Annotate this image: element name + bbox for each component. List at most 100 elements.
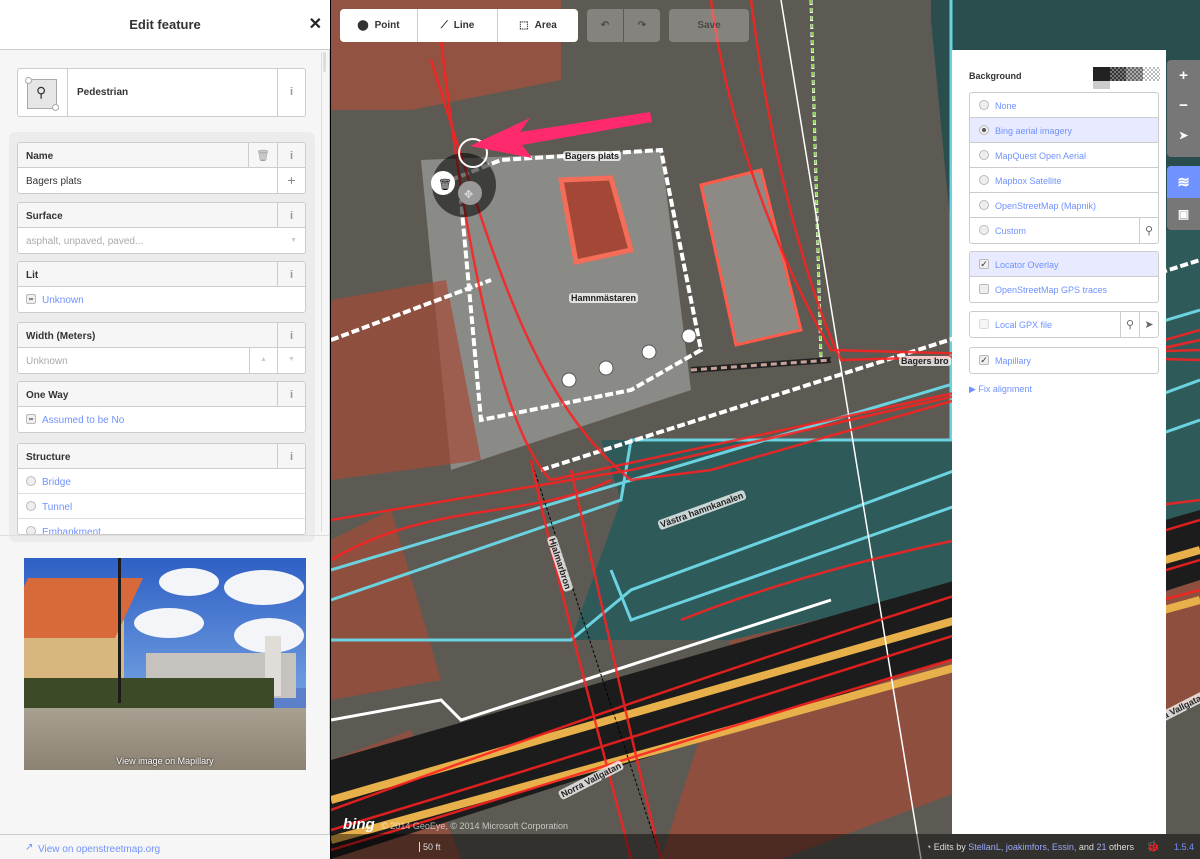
map-data-icon: ▣	[1177, 207, 1190, 221]
checkbox-checked[interactable]: ✓	[979, 259, 989, 269]
field-info-button[interactable]: i	[277, 143, 305, 168]
field-surface: Surface i asphalt, unpaved, paved... ▼	[17, 202, 306, 254]
map-footer: 50 ft ◔ Edits by StellanL, joakimfors, E…	[331, 834, 1200, 859]
opacity-75[interactable]	[1110, 67, 1126, 81]
background-pane-button[interactable]: ≋	[1167, 166, 1200, 198]
sidebar-title: Edit feature	[129, 17, 201, 32]
opacity-25[interactable]	[1143, 67, 1160, 81]
oneway-check[interactable]: Assumed to be No	[18, 407, 305, 432]
layers-icon: ≋	[1177, 174, 1190, 191]
field-width: Width (Meters) i Unknown ▲ ▼	[17, 322, 306, 374]
opacity-100[interactable]	[1093, 67, 1110, 81]
increment-button[interactable]: ▲	[249, 348, 277, 373]
width-input[interactable]: Unknown	[26, 356, 68, 367]
undo-button[interactable]: ↶	[587, 9, 623, 42]
search-icon[interactable]: ⚲	[1139, 218, 1158, 243]
chevron-down-icon[interactable]: ▼	[290, 237, 297, 244]
opacity-50[interactable]	[1126, 67, 1143, 81]
view-on-osm-link[interactable]: View on openstreetmap.org	[38, 844, 160, 855]
field-info-button[interactable]: i	[277, 203, 305, 228]
field-label: Lit	[26, 270, 39, 281]
undo-icon: ↶	[600, 20, 610, 31]
move-operation-icon: ✥	[464, 189, 473, 201]
structure-option-tunnel[interactable]: Tunnel	[18, 494, 305, 519]
zoom-in-button[interactable]: +	[1167, 60, 1200, 90]
zoom-out-button[interactable]: −	[1167, 90, 1200, 120]
area-icon: ⬚	[519, 20, 529, 31]
bug-report-icon[interactable]: 🐞	[1146, 840, 1160, 853]
others-count-link[interactable]: 21	[1096, 842, 1106, 852]
mapillary-caption[interactable]: View image on Mapillary	[24, 756, 306, 766]
save-button[interactable]: Save	[669, 9, 749, 42]
add-localized-name-button[interactable]: +	[277, 168, 305, 193]
fix-alignment-toggle[interactable]: ▶ Fix alignment	[969, 384, 1032, 395]
preset-icon-box[interactable]: ⚲	[18, 69, 68, 116]
sidebar-scrollbar[interactable]	[321, 52, 327, 532]
overlay-gps-traces[interactable]: OpenStreetMap GPS traces	[970, 277, 1158, 302]
point-icon: ⬤	[357, 20, 369, 31]
lit-value[interactable]: Unknown	[42, 295, 84, 306]
field-lit: Lit i Unknown	[17, 261, 306, 313]
preset-name[interactable]: Pedestrian	[68, 69, 277, 116]
scrollbar-thumb[interactable]	[323, 52, 326, 72]
map-data-pane-button[interactable]: ▣	[1167, 198, 1200, 230]
field-label: Structure	[26, 452, 71, 463]
layer-bing[interactable]: Bing aerial imagery	[970, 118, 1158, 143]
layer-mapbox[interactable]: Mapbox Satellite	[970, 168, 1158, 193]
redo-button[interactable]: ↷	[624, 9, 660, 42]
layer-mapnik[interactable]: OpenStreetMap (Mapnik)	[970, 193, 1158, 218]
preset-selector[interactable]: ⚲ Pedestrian i	[17, 68, 306, 117]
indeterminate-checkbox[interactable]	[26, 294, 36, 304]
field-name: Name 🗑 i Bagers plats +	[17, 142, 306, 194]
contributor-link[interactable]: Essin,	[1052, 842, 1077, 852]
layer-custom[interactable]: Custom ⚲	[970, 218, 1158, 243]
locate-arrow-icon[interactable]: ➤	[1139, 312, 1158, 337]
name-input[interactable]: Bagers plats	[26, 176, 82, 187]
opacity-selector[interactable]	[1093, 67, 1160, 89]
geolocate-button[interactable]: ➤	[1167, 120, 1200, 150]
field-info-button[interactable]: i	[277, 444, 305, 469]
field-structure: Structure i Bridge Tunnel Embankment	[17, 443, 306, 535]
structure-option-bridge[interactable]: Bridge	[18, 469, 305, 494]
checkbox-checked[interactable]: ✓	[979, 355, 989, 365]
field-info-button[interactable]: i	[277, 262, 305, 287]
contributor-link[interactable]: joakimfors,	[1006, 842, 1050, 852]
radio-button[interactable]	[26, 501, 36, 511]
structure-option-embankment[interactable]: Embankment	[18, 519, 305, 534]
lit-check[interactable]: Unknown	[18, 287, 305, 312]
layer-mapquest[interactable]: MapQuest Open Aerial	[970, 143, 1158, 168]
add-point-button[interactable]: ⬤ Point	[340, 9, 418, 42]
divider	[0, 535, 329, 536]
layer-mapillary[interactable]: ✓ Mapillary	[970, 348, 1158, 373]
version-link[interactable]: 1.5.4	[1174, 842, 1194, 852]
sidebar-header: Edit feature ✕	[0, 0, 330, 50]
add-line-button[interactable]: ⟋ Line	[418, 9, 498, 42]
oneway-value[interactable]: Assumed to be No	[42, 415, 124, 426]
mapillary-layer: ✓ Mapillary	[969, 347, 1159, 374]
layer-none[interactable]: None	[970, 93, 1158, 118]
background-layer-list: None Bing aerial imagery MapQuest Open A…	[969, 92, 1159, 244]
indeterminate-checkbox[interactable]	[26, 414, 36, 424]
close-icon[interactable]: ✕	[309, 14, 322, 34]
background-pane: Background None Bing aerial imagery MapQ…	[952, 50, 1166, 834]
add-area-button[interactable]: ⬚ Area	[498, 9, 578, 42]
decrement-button[interactable]: ▼	[277, 348, 305, 373]
background-title: Background	[969, 71, 1022, 81]
mapillary-image[interactable]: View image on Mapillary	[24, 558, 306, 770]
contributor-link[interactable]: StellanL,	[968, 842, 1003, 852]
layer-local-gpx[interactable]: Local GPX file ⚲ ➤	[970, 312, 1158, 337]
opacity-selected-indicator	[1093, 81, 1110, 89]
radio-button[interactable]	[26, 526, 36, 534]
history-icon: ◔	[925, 842, 932, 852]
map-label-hamnmastaren: Hamnmästaren	[569, 293, 639, 303]
preset-info-button[interactable]: i	[277, 69, 305, 116]
map-label-bagers-plats: Bagers plats	[563, 151, 622, 161]
radio-button[interactable]	[26, 476, 36, 486]
surface-combo[interactable]: asphalt, unpaved, paved... ▼	[18, 228, 305, 253]
field-info-button[interactable]: i	[277, 323, 305, 348]
trash-icon[interactable]: 🗑	[248, 143, 277, 168]
contributors: ◔ Edits by StellanL, joakimfors, Essin, …	[925, 842, 1134, 852]
search-icon[interactable]: ⚲	[1120, 312, 1139, 337]
field-info-button[interactable]: i	[277, 382, 305, 407]
overlay-locator[interactable]: ✓ Locator Overlay	[970, 252, 1158, 277]
